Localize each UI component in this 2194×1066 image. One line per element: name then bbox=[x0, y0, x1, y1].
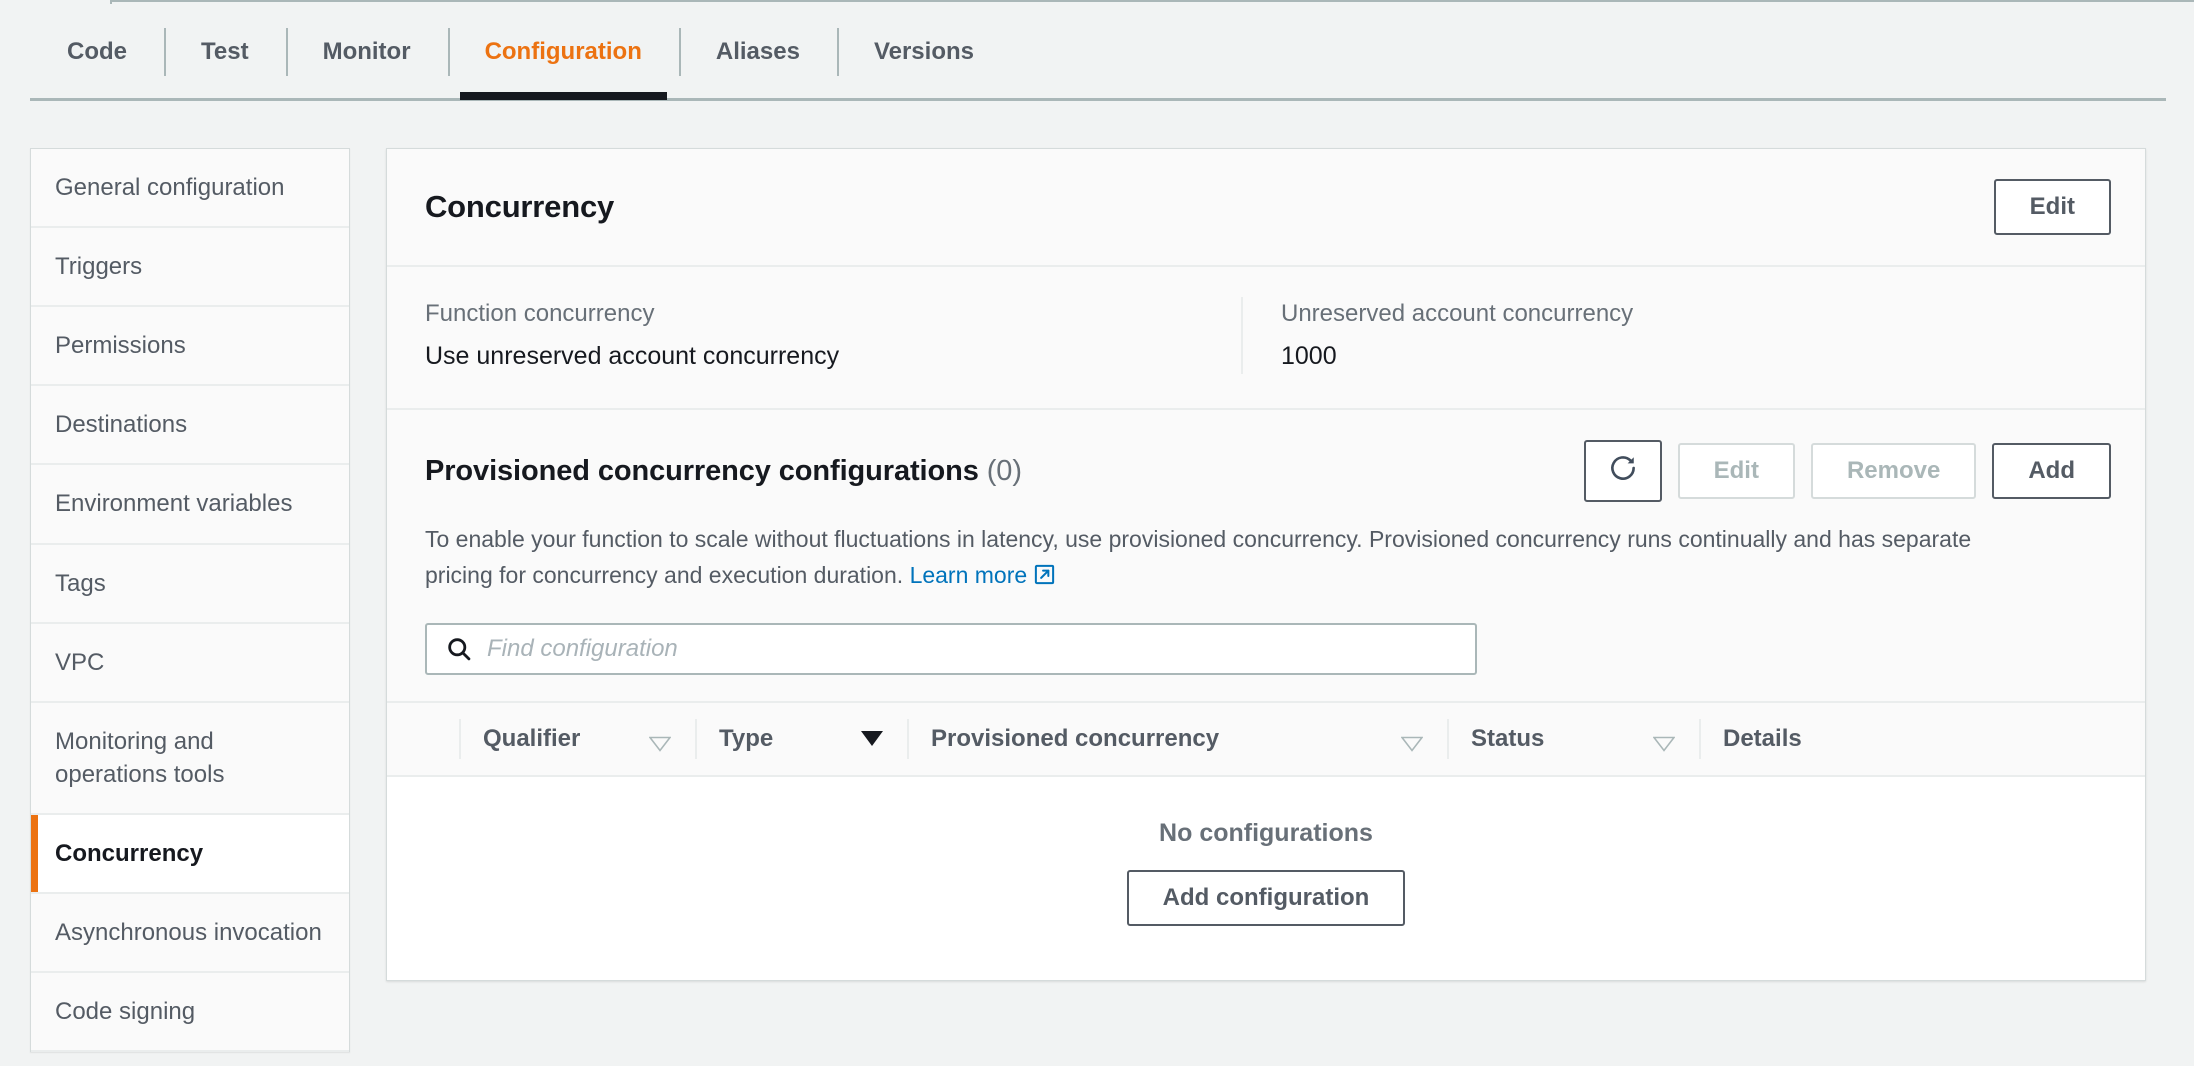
tab-list: CodeTestMonitorConfigurationAliasesVersi… bbox=[0, 10, 2194, 94]
tab-test[interactable]: Test bbox=[164, 10, 286, 94]
sort-descending-icon bbox=[861, 731, 883, 746]
column-header-label: Status bbox=[1471, 725, 1544, 753]
sidebar-item-asynchronous-invocation[interactable]: Asynchronous invocation bbox=[31, 894, 349, 973]
sidebar-item-environment-variables[interactable]: Environment variables bbox=[31, 465, 349, 544]
empty-state-title: No configurations bbox=[387, 819, 2145, 848]
top-divider-inner bbox=[112, 2, 2194, 6]
add-provisioned-button[interactable]: Add bbox=[1992, 443, 2111, 499]
add-configuration-button[interactable]: Add configuration bbox=[1127, 870, 1406, 926]
provisioned-title-text: Provisioned concurrency configurations bbox=[425, 455, 979, 487]
sidebar-item-permissions[interactable]: Permissions bbox=[31, 307, 349, 386]
column-header-qualifier[interactable]: Qualifier bbox=[459, 703, 695, 775]
table-header-row: Qualifier Type Provisioned concurrency Stat… bbox=[387, 701, 2145, 777]
provisioned-concurrency-section: Provisioned concurrency configurations (… bbox=[387, 410, 2145, 980]
column-header-details: Details bbox=[1699, 703, 1939, 775]
search-input[interactable] bbox=[487, 625, 1475, 673]
sidebar-item-monitoring-and-operations-tools[interactable]: Monitoring and operations tools bbox=[31, 703, 349, 815]
column-header-label: Qualifier bbox=[483, 725, 580, 753]
tab-versions[interactable]: Versions bbox=[837, 10, 1011, 94]
provisioned-title: Provisioned concurrency configurations (… bbox=[425, 455, 1022, 488]
sidebar-item-tags[interactable]: Tags bbox=[31, 545, 349, 624]
edit-concurrency-button[interactable]: Edit bbox=[1994, 179, 2111, 235]
column-header-label: Provisioned concurrency bbox=[931, 725, 1219, 753]
provisioned-header: Provisioned concurrency configurations (… bbox=[387, 410, 2145, 508]
sidebar-item-concurrency[interactable]: Concurrency bbox=[31, 815, 349, 894]
function-concurrency-label: Function concurrency bbox=[425, 297, 1203, 331]
sort-toggle-icon bbox=[1653, 731, 1675, 747]
provisioned-description-text: To enable your function to scale without… bbox=[425, 526, 1971, 588]
tab-monitor[interactable]: Monitor bbox=[286, 10, 448, 94]
learn-more-link[interactable]: Learn more bbox=[910, 562, 1057, 588]
concurrency-panel: Concurrency Edit Function concurrency Us… bbox=[386, 148, 2146, 981]
sort-toggle-icon bbox=[649, 731, 671, 747]
function-concurrency-cell: Function concurrency Use unreserved acco… bbox=[387, 297, 1241, 374]
configuration-sidebar: General configurationTriggersPermissions… bbox=[30, 148, 350, 1052]
panel-header: Concurrency Edit bbox=[387, 149, 2145, 267]
refresh-button[interactable] bbox=[1584, 440, 1662, 502]
provisioned-description: To enable your function to scale without… bbox=[387, 508, 2017, 596]
sidebar-item-general-configuration[interactable]: General configuration bbox=[31, 149, 349, 228]
unreserved-concurrency-value: 1000 bbox=[1281, 339, 2063, 374]
sort-toggle-icon bbox=[1401, 731, 1423, 747]
sidebar-item-code-signing[interactable]: Code signing bbox=[31, 973, 349, 1052]
provisioned-table: Qualifier Type Provisioned concurrency Stat… bbox=[387, 701, 2145, 980]
column-header-type[interactable]: Type bbox=[695, 703, 907, 775]
refresh-icon bbox=[1608, 453, 1638, 489]
provisioned-actions: Edit Remove Add bbox=[1584, 440, 2111, 502]
learn-more-label: Learn more bbox=[910, 562, 1028, 588]
function-tabbar: CodeTestMonitorConfigurationAliasesVersi… bbox=[0, 10, 2194, 104]
tabbar-underline bbox=[30, 98, 2166, 101]
unreserved-concurrency-label: Unreserved account concurrency bbox=[1281, 297, 2063, 331]
find-configuration-box[interactable] bbox=[425, 623, 1477, 675]
sidebar-item-destinations[interactable]: Destinations bbox=[31, 386, 349, 465]
table-empty-state: No configurations Add configuration bbox=[387, 777, 2145, 980]
search-icon bbox=[445, 635, 473, 663]
concurrency-summary: Function concurrency Use unreserved acco… bbox=[387, 267, 2145, 410]
external-link-icon bbox=[1033, 561, 1056, 597]
remove-provisioned-button[interactable]: Remove bbox=[1811, 443, 1976, 499]
edit-provisioned-button[interactable]: Edit bbox=[1678, 443, 1795, 499]
unreserved-concurrency-cell: Unreserved account concurrency 1000 bbox=[1241, 297, 2101, 374]
tab-aliases[interactable]: Aliases bbox=[679, 10, 837, 94]
provisioned-count: (0) bbox=[987, 455, 1022, 487]
column-header-label: Type bbox=[719, 725, 773, 753]
table-select-column bbox=[387, 703, 459, 775]
page-title: Concurrency bbox=[425, 189, 614, 225]
tab-code[interactable]: Code bbox=[30, 10, 164, 94]
sidebar-item-triggers[interactable]: Triggers bbox=[31, 228, 349, 307]
lambda-configuration-page: CodeTestMonitorConfigurationAliasesVersi… bbox=[0, 0, 2194, 1066]
content-area: General configurationTriggersPermissions… bbox=[0, 148, 2194, 1066]
column-header-provisioned-concurrency[interactable]: Provisioned concurrency bbox=[907, 703, 1447, 775]
tab-configuration[interactable]: Configuration bbox=[448, 10, 679, 94]
function-concurrency-value: Use unreserved account concurrency bbox=[425, 339, 1203, 374]
sidebar-item-vpc[interactable]: VPC bbox=[31, 624, 349, 703]
column-header-label: Details bbox=[1723, 725, 1802, 753]
search-area bbox=[387, 597, 2145, 701]
column-header-status[interactable]: Status bbox=[1447, 703, 1699, 775]
